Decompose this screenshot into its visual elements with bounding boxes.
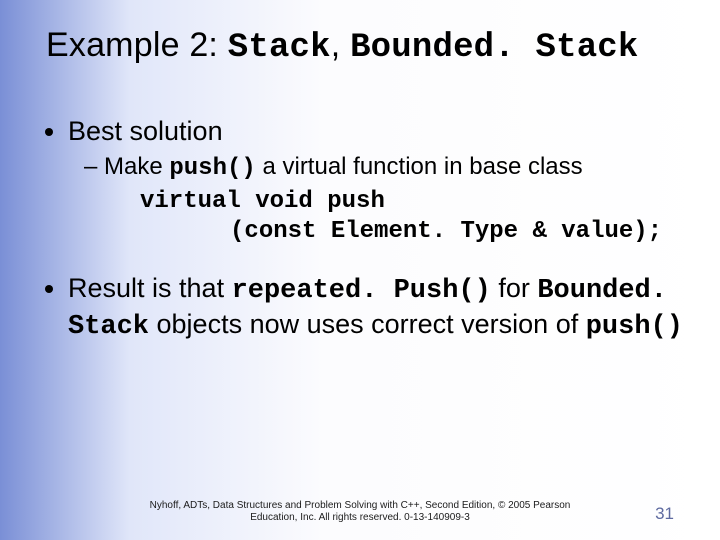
bullet-result: Result is that repeated. Push() for Boun… [68, 272, 684, 344]
sub-list: Make push() a virtual function in base c… [68, 152, 684, 248]
sub-after: a virtual function in base class [256, 153, 583, 180]
code-repeated: repeated. Push() [232, 276, 491, 306]
code-line1: virtual void push [140, 188, 385, 215]
b2-t1: Result is that [68, 273, 232, 303]
title-prefix: Example 2: [46, 26, 228, 64]
page-number: 31 [655, 504, 674, 524]
title-code-stack: Stack [228, 29, 331, 67]
footer-line1: Nyhoff, ADTs, Data Structures and Proble… [150, 500, 571, 511]
footer: Nyhoff, ADTs, Data Structures and Proble… [0, 500, 720, 524]
code-push2: push() [586, 312, 683, 342]
title-sep: , [331, 26, 350, 64]
code-push-inline: push() [169, 155, 255, 182]
code-line2: (const Element. Type & value); [158, 218, 662, 245]
code-block: virtual void push (const Element. Type &… [158, 187, 684, 248]
b2-t3: objects now uses correct version of [149, 309, 586, 339]
sub-bullet-make-push: Make push() a virtual function in base c… [84, 152, 684, 248]
slide: Example 2: Stack, Bounded. Stack Best so… [0, 0, 720, 540]
bullet-best-solution: Best solution Make push() a virtual func… [68, 115, 684, 248]
footer-line2: Education, Inc. All rights reserved. 0-1… [250, 512, 470, 523]
bullet1-text: Best solution [68, 116, 223, 146]
bullet-list: Best solution Make push() a virtual func… [44, 115, 684, 344]
title-code-bounded: Bounded. Stack [350, 29, 638, 67]
slide-title: Example 2: Stack, Bounded. Stack [46, 26, 684, 67]
sub-before: Make [104, 153, 169, 180]
b2-t2: for [491, 273, 538, 303]
